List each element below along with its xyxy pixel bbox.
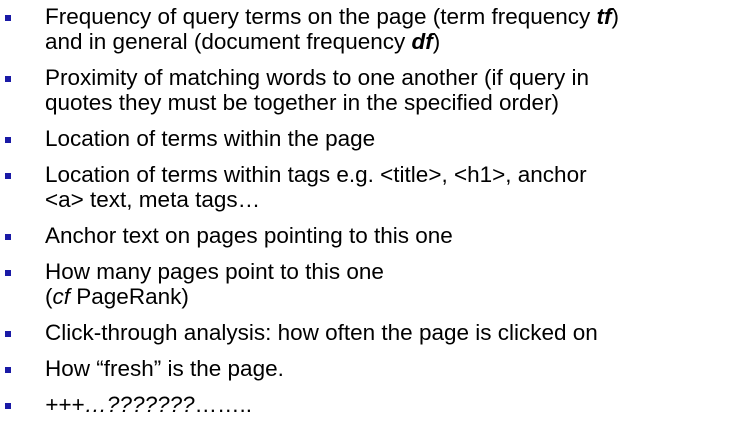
bullet-line: Location of terms within the page bbox=[45, 126, 743, 151]
slide: Frequency of query terms on the page (te… bbox=[0, 0, 743, 444]
text-run: Location of terms within the page bbox=[45, 126, 376, 151]
square-bullet-icon bbox=[5, 173, 11, 179]
bullet-item: Anchor text on pages pointing to this on… bbox=[0, 223, 743, 248]
text-run: ) bbox=[611, 4, 620, 29]
bullet-list: Frequency of query terms on the page (te… bbox=[0, 4, 743, 428]
square-bullet-icon bbox=[5, 137, 11, 143]
bullet-line: quotes they must be together in the spec… bbox=[45, 90, 743, 115]
text-run: Anchor text on pages pointing to this on… bbox=[45, 223, 453, 248]
square-bullet-icon bbox=[5, 234, 11, 240]
text-run: Proximity of matching words to one anoth… bbox=[45, 65, 589, 90]
bullet-line: <a> text, meta tags… bbox=[45, 187, 743, 212]
square-bullet-icon bbox=[5, 15, 11, 21]
text-run: Click-through analysis: how often the pa… bbox=[45, 320, 598, 345]
text-run: Frequency of query terms on the page (te… bbox=[45, 4, 597, 29]
square-bullet-icon bbox=[5, 331, 11, 337]
bullet-item: How many pages point to this one (cf Page… bbox=[0, 259, 743, 309]
bullet-item: Click-through analysis: how often the pa… bbox=[0, 320, 743, 345]
square-bullet-icon bbox=[5, 403, 11, 409]
text-run: quotes they must be together in the spec… bbox=[45, 90, 560, 115]
bullet-line: Frequency of query terms on the page (te… bbox=[45, 4, 743, 29]
bullet-item: Frequency of query terms on the page (te… bbox=[0, 4, 743, 54]
bullet-item: Location of terms within tags e.g. <titl… bbox=[0, 162, 743, 212]
text-run: PageRank) bbox=[70, 284, 189, 309]
bullet-line: Anchor text on pages pointing to this on… bbox=[45, 223, 743, 248]
italic-text: +++…??????? bbox=[45, 392, 195, 417]
italic-text: cf bbox=[52, 284, 71, 309]
bullet-line: Proximity of matching words to one anoth… bbox=[45, 65, 743, 90]
square-bullet-icon bbox=[5, 367, 11, 373]
bullet-line: +++…???????…….. bbox=[45, 392, 743, 417]
bullet-line: How “fresh” is the page. bbox=[45, 356, 743, 381]
bullet-item: +++…???????…….. bbox=[0, 392, 743, 417]
text-run: …….. bbox=[194, 392, 253, 417]
text-run: <a> text, meta tags… bbox=[45, 187, 261, 212]
bold-italic-term: df bbox=[411, 29, 433, 54]
bullet-item: How “fresh” is the page. bbox=[0, 356, 743, 381]
square-bullet-icon bbox=[5, 76, 11, 82]
text-run: Location of terms within tags e.g. <titl… bbox=[45, 162, 587, 187]
bullet-line: Location of terms within tags e.g. <titl… bbox=[45, 162, 743, 187]
bullet-line: and in general (document frequency df) bbox=[45, 29, 743, 54]
bullet-line: (cf PageRank) bbox=[45, 284, 743, 309]
text-run: ) bbox=[432, 29, 441, 54]
text-run: and in general (document frequency bbox=[45, 29, 412, 54]
bullet-line: How many pages point to this one bbox=[45, 259, 743, 284]
bullet-item: Location of terms within the page bbox=[0, 126, 743, 151]
bullet-line: Click-through analysis: how often the pa… bbox=[45, 320, 743, 345]
text-run: ( bbox=[45, 284, 53, 309]
text-run: How “fresh” is the page. bbox=[45, 356, 284, 381]
square-bullet-icon bbox=[5, 270, 11, 276]
text-run: How many pages point to this one bbox=[45, 259, 384, 284]
bullet-item: Proximity of matching words to one anoth… bbox=[0, 65, 743, 115]
bold-italic-term: tf bbox=[596, 4, 612, 29]
